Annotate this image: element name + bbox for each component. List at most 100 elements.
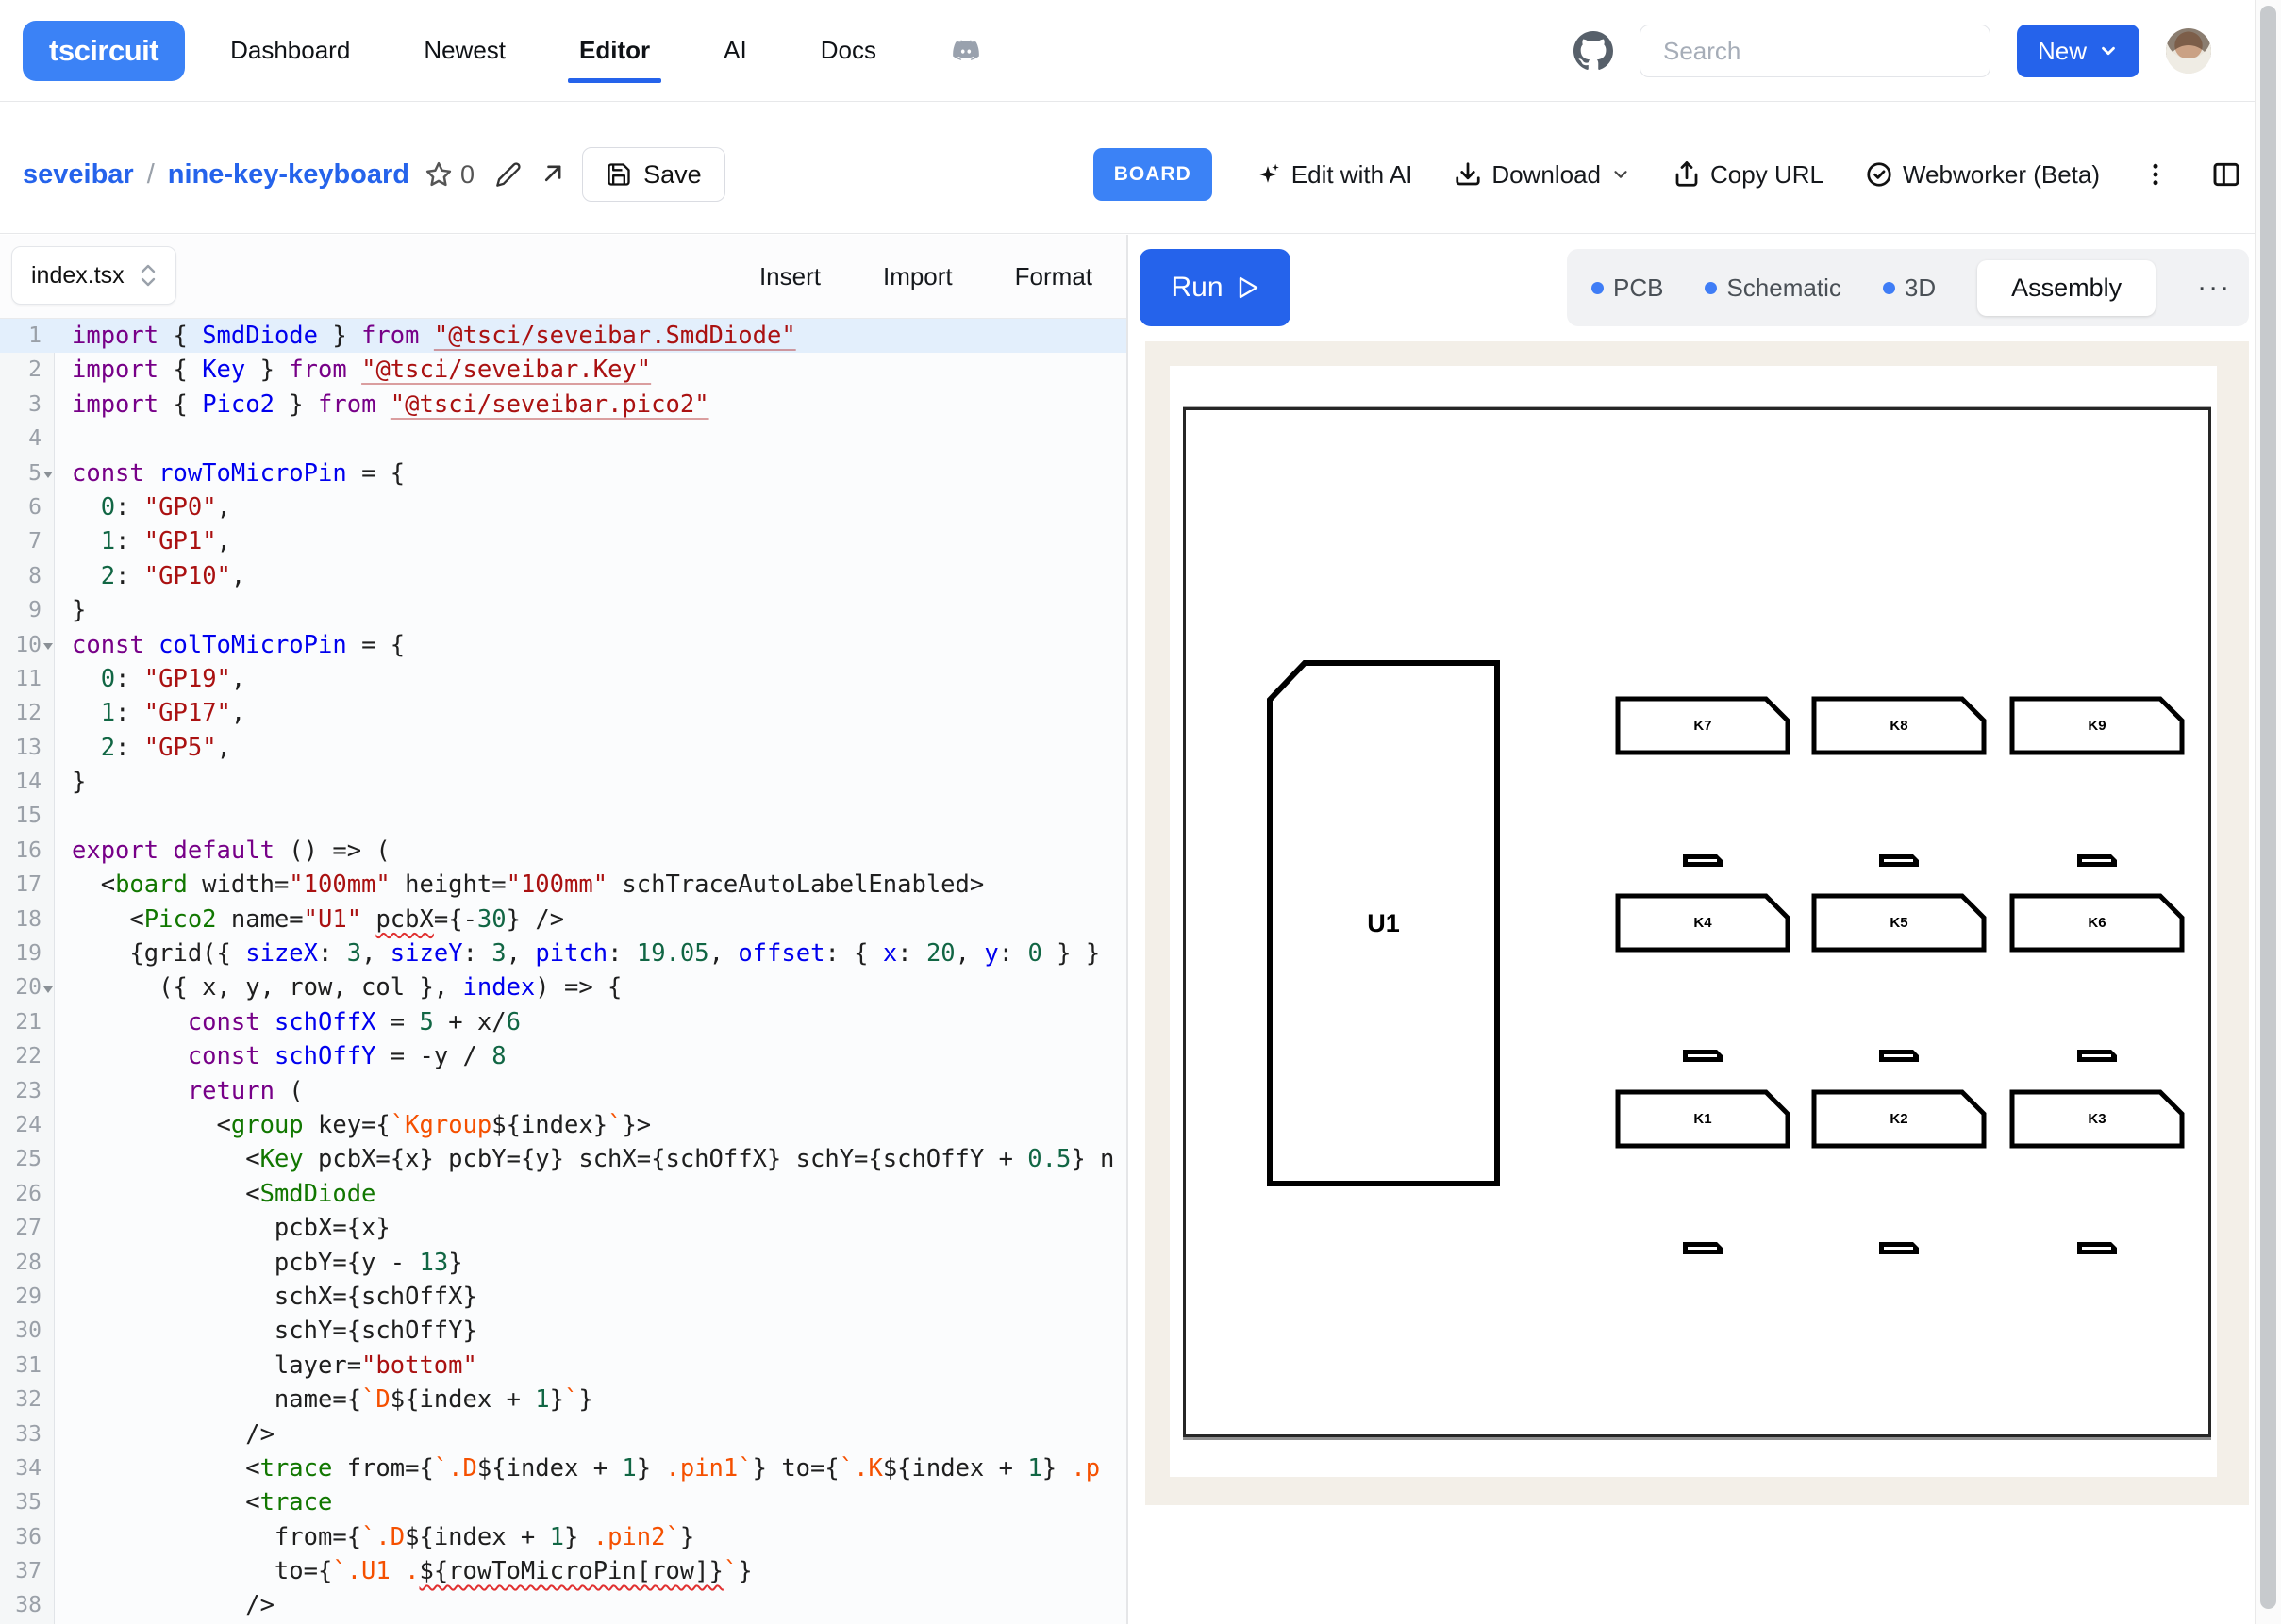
- edit-with-ai-label: Edit with AI: [1291, 160, 1413, 190]
- breadcrumb-owner[interactable]: seveibar: [23, 159, 134, 191]
- discord-icon[interactable]: [950, 0, 982, 101]
- tab-pcb[interactable]: PCB: [1591, 273, 1663, 303]
- code-line-13[interactable]: 13 2: "GP5",: [0, 731, 1126, 765]
- line-number: 6: [0, 490, 55, 524]
- code-line-20[interactable]: 20 ({ x, y, row, col }, index) => {: [0, 970, 1126, 1004]
- webworker-toggle[interactable]: Webworker (Beta): [1865, 160, 2100, 190]
- star-button[interactable]: 0: [425, 160, 475, 190]
- run-button[interactable]: Run: [1140, 249, 1290, 326]
- line-number: 7: [0, 524, 55, 558]
- code-line-35[interactable]: 35 <trace: [0, 1485, 1126, 1519]
- code-line-22[interactable]: 22 const schOffY = -y / 8: [0, 1039, 1126, 1073]
- tab-3d-label: 3D: [1905, 273, 1936, 303]
- code-line-24[interactable]: 24 <group key={`Kgroup${index}`}>: [0, 1108, 1126, 1142]
- rename-button[interactable]: [495, 161, 522, 188]
- line-number: 21: [0, 1005, 55, 1039]
- code-line-31[interactable]: 31 layer="bottom": [0, 1349, 1126, 1383]
- new-button[interactable]: New: [2017, 25, 2139, 77]
- board-badge[interactable]: BOARD: [1093, 148, 1212, 201]
- code-line-33[interactable]: 33 />: [0, 1417, 1126, 1451]
- tabs-more-button[interactable]: ···: [2197, 272, 2231, 304]
- code-line-7[interactable]: 7 1: "GP1",: [0, 524, 1126, 558]
- line-number: 18: [0, 903, 55, 936]
- code-line-34[interactable]: 34 <trace from={`.D${index + 1} .pin1`} …: [0, 1451, 1126, 1485]
- star-icon: [425, 160, 453, 189]
- save-button[interactable]: Save: [582, 147, 725, 202]
- code-line-4[interactable]: 4: [0, 422, 1126, 456]
- tab-assembly[interactable]: Assembly: [1977, 260, 2156, 316]
- code-line-2[interactable]: 2import { Key } from "@tsci/seveibar.Key…: [0, 353, 1126, 387]
- code-line-27[interactable]: 27 pcbX={x}: [0, 1211, 1126, 1245]
- code-area[interactable]: 1import { SmdDiode } from "@tsci/seveiba…: [0, 319, 1126, 1624]
- line-number: 15: [0, 799, 55, 833]
- download-icon: [1454, 160, 1482, 189]
- code-line-10[interactable]: 10const colToMicroPin = {: [0, 628, 1126, 662]
- code-line-26[interactable]: 26 <SmdDiode: [0, 1177, 1126, 1211]
- code-line-36[interactable]: 36 from={`.D${index + 1} .pin2`}: [0, 1520, 1126, 1554]
- nav-item-editor[interactable]: Editor: [579, 0, 650, 101]
- code-line-14[interactable]: 14}: [0, 765, 1126, 799]
- menu-format[interactable]: Format: [1015, 262, 1092, 291]
- nav-item-ai[interactable]: AI: [724, 0, 747, 101]
- code-line-12[interactable]: 12 1: "GP17",: [0, 696, 1126, 730]
- assembly-canvas[interactable]: U1 K7K8K9K4K5K6K1K2K3: [1145, 341, 2249, 1505]
- code-line-30[interactable]: 30 schY={schOffY}: [0, 1314, 1126, 1348]
- code-line-25[interactable]: 25 <Key pcbX={x} pcbY={y} schX={schOffX}…: [0, 1142, 1126, 1176]
- code-line-15[interactable]: 15: [0, 799, 1126, 833]
- tscircuit-logo[interactable]: tscircuit: [23, 21, 185, 81]
- menu-insert[interactable]: Insert: [759, 262, 821, 291]
- code-line-37[interactable]: 37 to={`.U1 .${rowToMicroPin[row]}`}: [0, 1554, 1126, 1588]
- more-options-button[interactable]: [2141, 160, 2170, 189]
- code-line-18[interactable]: 18 <Pico2 name="U1" pcbX={-30} />: [0, 903, 1126, 936]
- line-number: 29: [0, 1280, 55, 1314]
- tab-3d[interactable]: 3D: [1883, 273, 1936, 303]
- fold-chevron-icon[interactable]: [42, 970, 55, 1004]
- line-number: 32: [0, 1383, 55, 1417]
- tab-schematic[interactable]: Schematic: [1705, 273, 1840, 303]
- key-label-k6: K6: [2009, 893, 2185, 953]
- line-number: 19: [0, 936, 55, 970]
- code-line-11[interactable]: 11 0: "GP19",: [0, 662, 1126, 696]
- board-outline: U1 K7K8K9K4K5K6K1K2K3: [1183, 407, 2211, 1437]
- page-scrollbar[interactable]: [2255, 0, 2281, 1624]
- nav-item-docs[interactable]: Docs: [821, 0, 876, 101]
- menu-import[interactable]: Import: [883, 262, 953, 291]
- toggle-panel-button[interactable]: [2211, 159, 2241, 190]
- user-avatar[interactable]: [2166, 28, 2211, 74]
- download-label: Download: [1491, 160, 1601, 190]
- code-line-3[interactable]: 3import { Pico2 } from "@tsci/seveibar.p…: [0, 388, 1126, 422]
- open-in-new-button[interactable]: [539, 161, 565, 188]
- code-line-17[interactable]: 17 <board width="100mm" height="100mm" s…: [0, 868, 1126, 902]
- code-line-19[interactable]: 19 {grid({ sizeX: 3, sizeY: 3, pitch: 19…: [0, 936, 1126, 970]
- code-line-21[interactable]: 21 const schOffX = 5 + x/6: [0, 1005, 1126, 1039]
- nav-item-newest[interactable]: Newest: [424, 0, 506, 101]
- fold-chevron-icon[interactable]: [42, 456, 55, 490]
- code-line-29[interactable]: 29 schX={schOffX}: [0, 1280, 1126, 1314]
- line-number: 5: [0, 456, 55, 490]
- fold-chevron-icon[interactable]: [42, 628, 55, 662]
- code-line-6[interactable]: 6 0: "GP0",: [0, 490, 1126, 524]
- nav-item-dashboard[interactable]: Dashboard: [230, 0, 350, 101]
- code-line-28[interactable]: 28 pcbY={y - 13}: [0, 1246, 1126, 1280]
- code-line-8[interactable]: 8 2: "GP10",: [0, 559, 1126, 593]
- smd-diode: [1683, 1242, 1723, 1254]
- code-line-5[interactable]: 5const rowToMicroPin = {: [0, 456, 1126, 490]
- line-number: 25: [0, 1142, 55, 1176]
- breadcrumb-package[interactable]: nine-key-keyboard: [168, 159, 409, 191]
- file-selector-label: index.tsx: [31, 262, 125, 290]
- copy-url-button[interactable]: Copy URL: [1673, 160, 1823, 190]
- line-number: 13: [0, 731, 55, 765]
- edit-with-ai-button[interactable]: Edit with AI: [1254, 160, 1413, 190]
- code-line-38[interactable]: 38 />: [0, 1588, 1126, 1622]
- code-line-23[interactable]: 23 return (: [0, 1074, 1126, 1108]
- file-selector[interactable]: index.tsx: [11, 246, 176, 305]
- scrollbar-thumb[interactable]: [2260, 6, 2276, 1609]
- code-line-16[interactable]: 16export default () => (: [0, 834, 1126, 868]
- search-input[interactable]: [1640, 25, 1990, 77]
- code-line-32[interactable]: 32 name={`D${index + 1}`}: [0, 1383, 1126, 1417]
- code-line-1[interactable]: 1import { SmdDiode } from "@tsci/seveiba…: [0, 319, 1126, 353]
- download-button[interactable]: Download: [1454, 160, 1631, 190]
- code-line-9[interactable]: 9}: [0, 593, 1126, 627]
- github-icon[interactable]: [1573, 31, 1613, 71]
- smd-diode: [2077, 1050, 2117, 1062]
